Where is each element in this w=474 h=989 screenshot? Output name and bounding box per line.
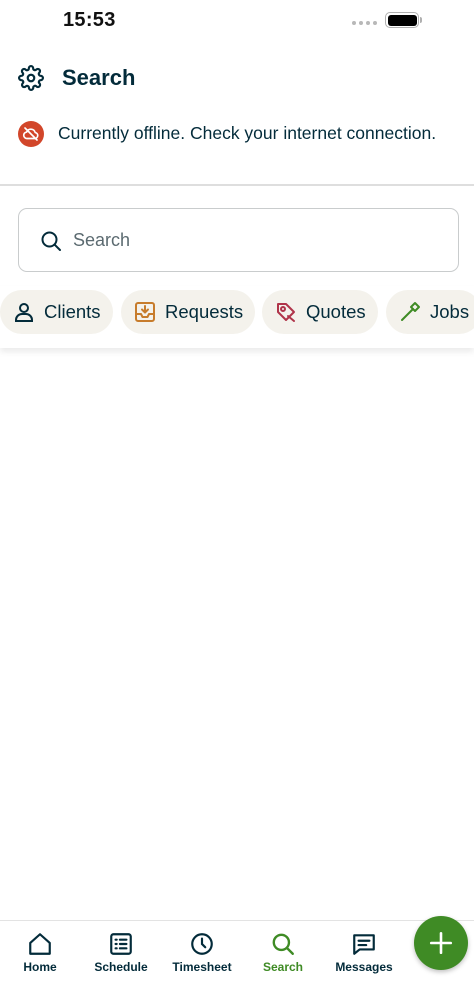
chip-clients[interactable]: Clients [0, 290, 113, 334]
message-icon [351, 931, 377, 957]
nav-messages[interactable]: Messages [324, 921, 404, 989]
nav-home[interactable]: Home [0, 921, 80, 989]
status-time: 15:53 [63, 9, 116, 31]
chip-label: Quotes [306, 301, 366, 322]
inbox-download-icon [133, 300, 157, 324]
signal-icon [352, 21, 377, 25]
battery-icon [385, 12, 419, 28]
quote-tag-icon [274, 300, 298, 324]
search-field[interactable] [18, 208, 459, 272]
add-button[interactable] [414, 916, 468, 970]
offline-message: Currently offline. Check your internet c… [58, 123, 437, 143]
cloud-offline-icon [18, 121, 44, 147]
nav-label: Search [262, 960, 304, 974]
filter-chips: Clients Requests Quotes Jobs [0, 286, 474, 348]
nav-label: Messages [335, 960, 393, 974]
search-icon [270, 931, 296, 957]
search-icon [39, 229, 63, 253]
chip-quotes[interactable]: Quotes [262, 290, 378, 334]
nav-label: Timesheet [172, 960, 232, 974]
battery-cap [420, 17, 422, 23]
settings-button[interactable] [17, 64, 45, 92]
nav-label: Schedule [94, 960, 148, 974]
chip-label: Requests [165, 301, 244, 322]
divider [0, 184, 474, 186]
nav-schedule[interactable]: Schedule [81, 921, 161, 989]
chip-label: Jobs [430, 301, 470, 322]
schedule-list-icon [108, 931, 134, 957]
person-icon [12, 300, 36, 324]
search-input[interactable] [73, 209, 443, 271]
offline-banner: Currently offline. Check your internet c… [0, 118, 474, 174]
nav-timesheet[interactable]: Timesheet [162, 921, 242, 989]
page-header: Search [0, 60, 474, 98]
gear-icon [18, 65, 44, 91]
plus-icon [429, 931, 453, 955]
chip-jobs[interactable]: Jobs [386, 290, 474, 334]
home-icon [27, 931, 53, 957]
nav-search[interactable]: Search [243, 921, 323, 989]
page-title: Search [62, 65, 136, 90]
chip-label: Clients [44, 301, 101, 322]
chip-requests[interactable]: Requests [121, 290, 256, 334]
status-bar: 15:53 [0, 0, 474, 44]
clock-icon [189, 931, 215, 957]
hammer-icon [398, 300, 422, 324]
nav-label: Home [23, 960, 57, 974]
bottom-nav: Home Schedule Timesheet Search Messages [0, 920, 474, 989]
